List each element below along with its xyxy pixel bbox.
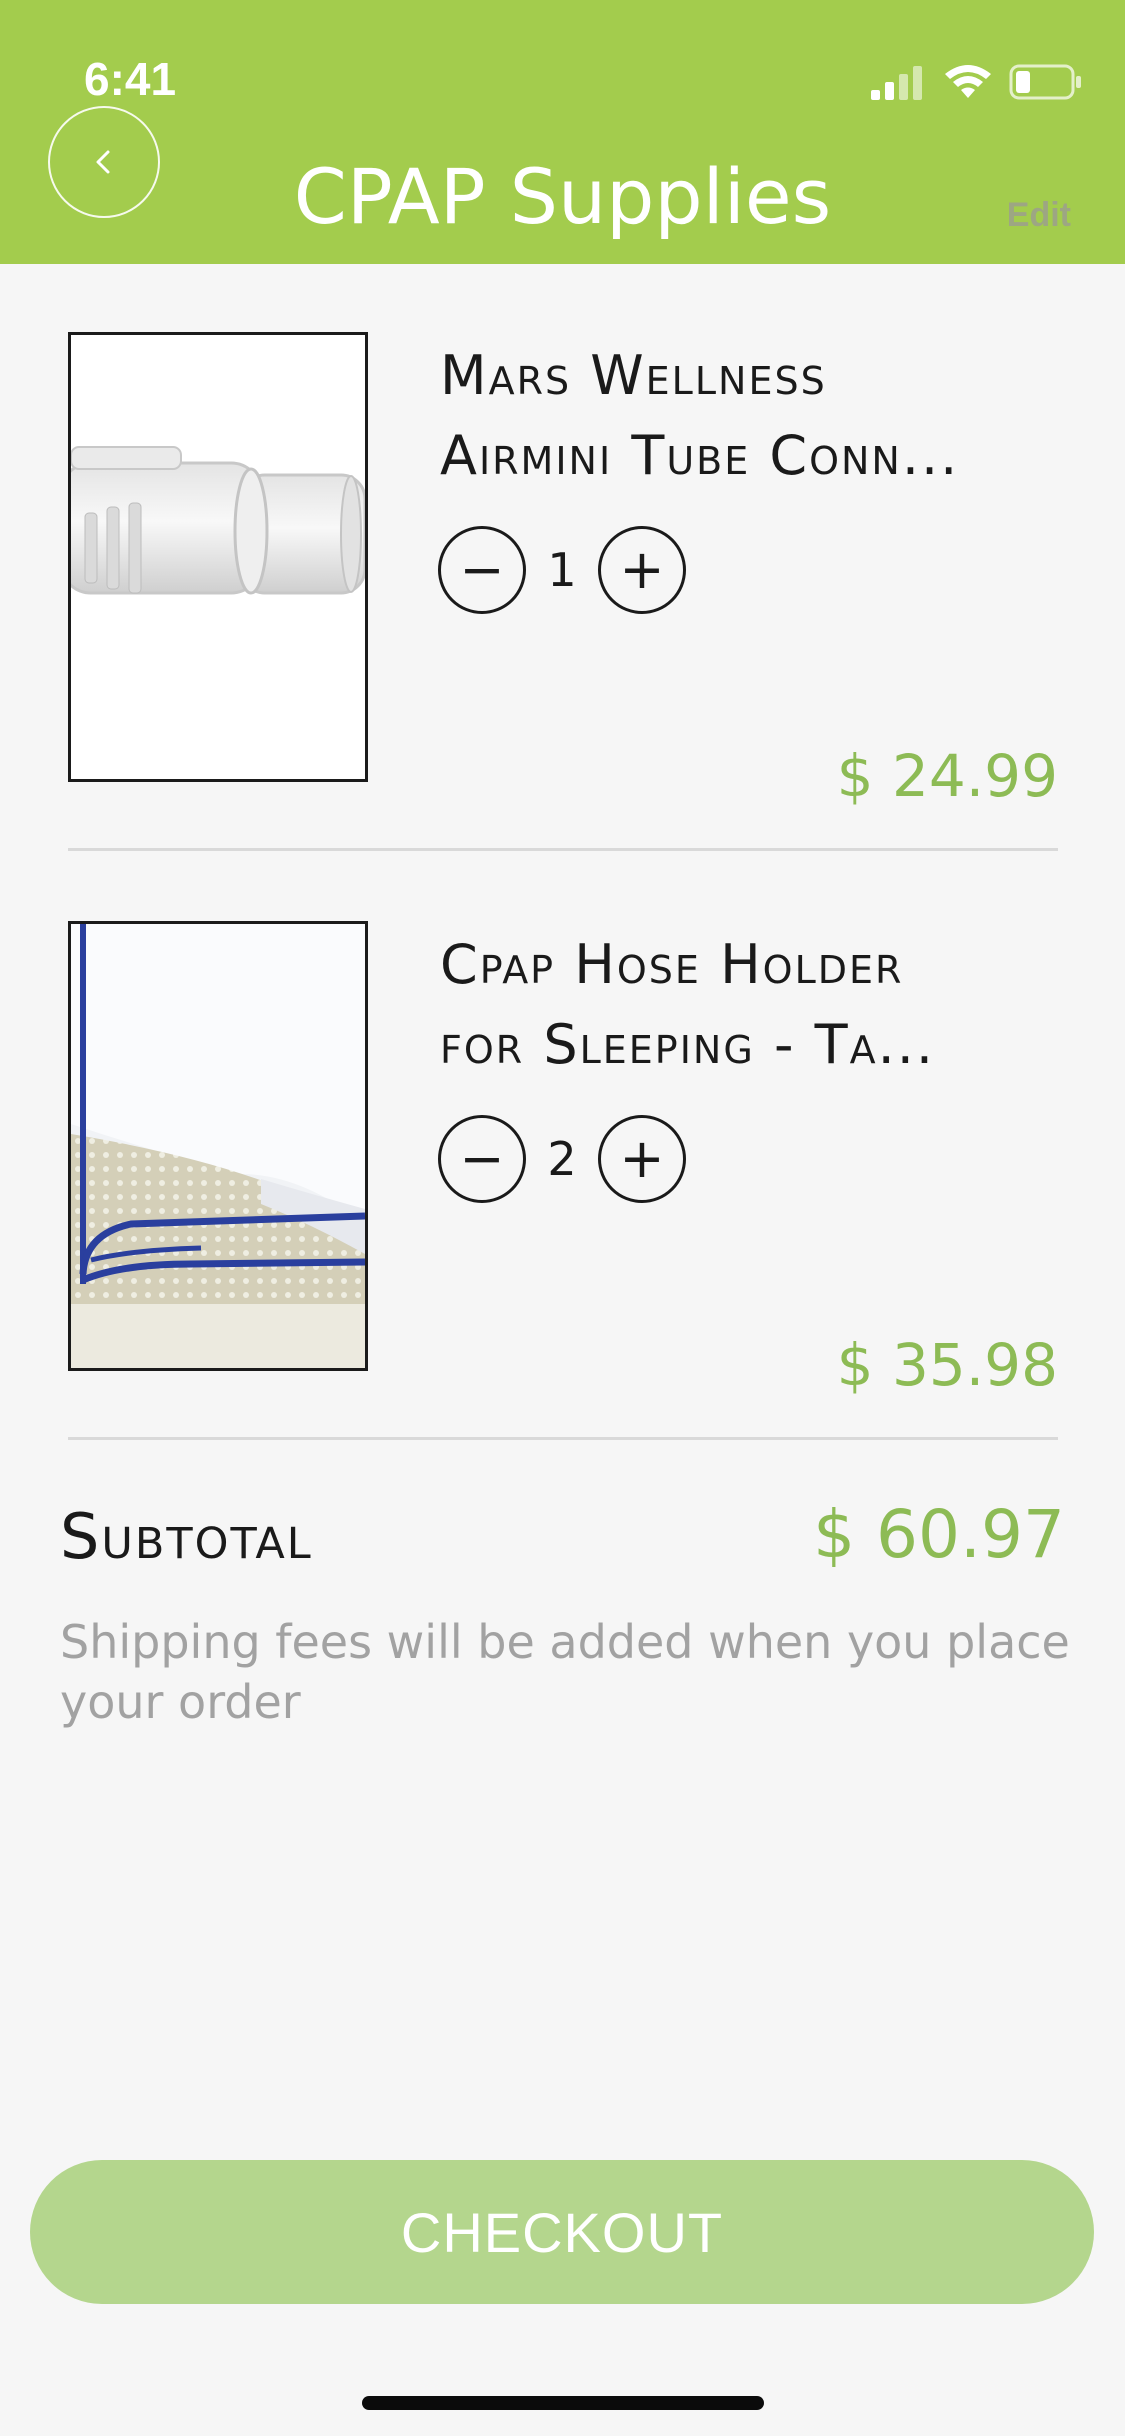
cart-item: Mars Wellness Airmini Tube Conn... − 1 +… xyxy=(68,332,1058,852)
shipping-note: Shipping fees will be added when you pla… xyxy=(60,1615,1070,1729)
decrement-button[interactable]: − xyxy=(438,1115,526,1203)
checkout-button[interactable]: CHECKOUT xyxy=(30,2160,1094,2304)
edit-button[interactable]: Edit xyxy=(1007,196,1071,235)
product-name[interactable]: Mars Wellness Airmini Tube Conn... xyxy=(440,336,1060,496)
divider xyxy=(68,1437,1058,1440)
header-bar: 6:41 CPAP Supplies Edit xyxy=(0,0,1125,264)
product-name[interactable]: Cpap Hose Holder for Sleeping - Ta... xyxy=(440,925,1060,1085)
wifi-icon xyxy=(945,65,991,98)
decrement-button[interactable]: − xyxy=(438,526,526,614)
subtotal-value: $ 60.97 xyxy=(813,1496,1065,1573)
divider xyxy=(68,848,1058,851)
battery-icon xyxy=(1009,64,1081,100)
cellular-signal-icon xyxy=(871,66,922,100)
plus-icon: + xyxy=(619,538,665,601)
product-image[interactable] xyxy=(68,921,368,1371)
home-indicator xyxy=(362,2396,764,2410)
quantity-value: 2 xyxy=(547,1132,577,1186)
item-price: $ 24.99 xyxy=(836,742,1058,810)
item-price: $ 35.98 xyxy=(836,1331,1058,1399)
minus-icon: − xyxy=(459,538,505,601)
subtotal-label: Subtotal xyxy=(60,1500,313,1573)
cart-item: Cpap Hose Holder for Sleeping - Ta... − … xyxy=(68,921,1058,1441)
quantity-stepper: − 1 + xyxy=(438,524,686,616)
status-icons xyxy=(861,58,1091,108)
quantity-value: 1 xyxy=(547,543,577,597)
page-title: CPAP Supplies xyxy=(293,152,832,241)
status-time: 6:41 xyxy=(84,53,177,105)
quantity-stepper: − 2 + xyxy=(438,1113,686,1205)
increment-button[interactable]: + xyxy=(598,526,686,614)
increment-button[interactable]: + xyxy=(598,1115,686,1203)
product-image[interactable] xyxy=(68,332,368,782)
plus-icon: + xyxy=(619,1127,665,1190)
minus-icon: − xyxy=(459,1127,505,1190)
